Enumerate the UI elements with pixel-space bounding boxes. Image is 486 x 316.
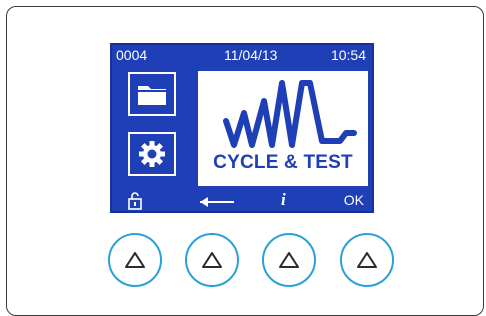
settings-menu-item[interactable] — [128, 132, 176, 176]
hardware-button-4[interactable] — [340, 233, 394, 287]
gear-icon — [139, 141, 165, 167]
up-triangle-icon — [202, 252, 222, 268]
up-triangle-icon — [279, 252, 299, 268]
softkey-bar: i OK — [112, 189, 372, 213]
date-display: 11/04/13 — [224, 47, 278, 63]
cycle-counter: 0004 — [116, 47, 148, 63]
up-triangle-icon — [125, 252, 145, 268]
status-bar: 0004 11/04/13 10:54 — [112, 45, 372, 67]
waveform-icon — [223, 80, 357, 148]
time-display: 10:54 — [330, 47, 366, 63]
hardware-button-1[interactable] — [108, 233, 162, 287]
lock-icon[interactable] — [126, 191, 144, 211]
folder-icon — [138, 86, 166, 105]
folder-menu-item[interactable] — [128, 72, 176, 116]
lcd-screen: 0004 11/04/13 10:54 CYCLE & TEST i OK — [110, 43, 374, 213]
info-softkey[interactable]: i — [281, 190, 286, 210]
back-arrow-icon[interactable] — [198, 195, 236, 209]
up-triangle-icon — [357, 252, 377, 268]
ok-softkey[interactable]: OK — [344, 192, 364, 208]
hardware-button-2[interactable] — [185, 233, 239, 287]
cycle-test-tile[interactable]: CYCLE & TEST — [198, 71, 368, 186]
cycle-test-label: CYCLE & TEST — [213, 152, 353, 173]
hardware-button-3[interactable] — [262, 233, 316, 287]
